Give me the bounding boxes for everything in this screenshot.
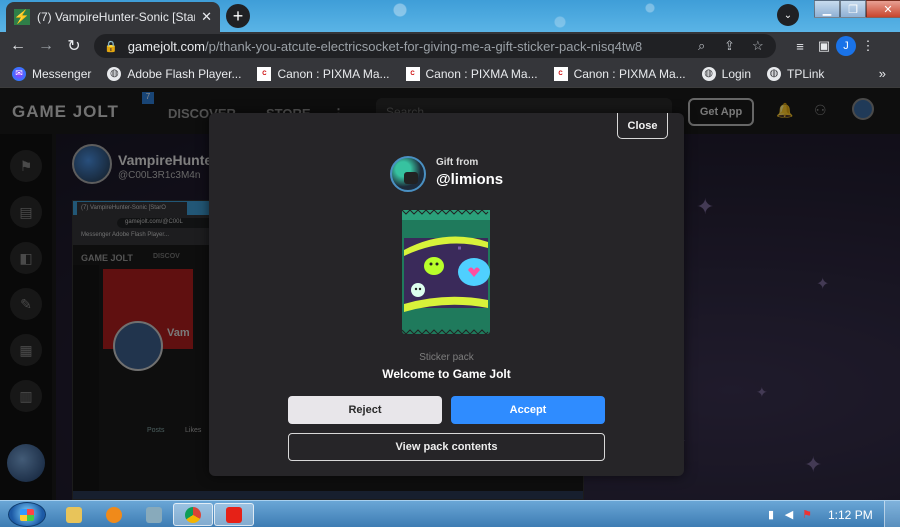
pack-name: Welcome to Game Jolt	[382, 367, 511, 381]
sticker-pack-image	[401, 209, 490, 335]
bookmark-tplink[interactable]: ◍ TPLink	[767, 66, 824, 81]
taskbar-media-player[interactable]	[94, 503, 134, 526]
media-player-icon	[106, 506, 122, 523]
paint-icon	[146, 506, 162, 523]
gift-modal: Close Gift from @limions Sticker pack We…	[209, 113, 684, 476]
menu-dots-icon[interactable]: ⋮	[856, 38, 880, 54]
close-window-icon[interactable]: ✕	[866, 0, 900, 18]
gamejolt-favicon-icon: ⚡	[13, 9, 31, 25]
canon-icon: C	[405, 66, 420, 81]
browser-tab-active[interactable]: ⚡ (7) VampireHunter-Sonic [StarOr ✕	[6, 2, 220, 32]
back-arrow-icon[interactable]: ←	[4, 32, 32, 60]
reject-button[interactable]: Reject	[288, 396, 442, 424]
gifter-avatar[interactable]	[390, 156, 426, 192]
new-tab-button[interactable]: +	[226, 4, 250, 28]
bookmark-canon-3[interactable]: C Canon : PIXMA Ma...	[553, 66, 686, 81]
lock-icon[interactable]: 🔒	[104, 40, 118, 53]
canon-icon: C	[553, 66, 568, 81]
clock[interactable]: 1:12 PM	[828, 508, 873, 522]
youtube-icon	[226, 506, 242, 523]
reload-icon[interactable]: ↻	[60, 32, 88, 60]
globe-icon: ◍	[107, 66, 122, 81]
bookmark-canon-2[interactable]: C Canon : PIXMA Ma...	[405, 66, 538, 81]
tab-title: (7) VampireHunter-Sonic [StarOr	[37, 10, 196, 24]
show-desktop-button[interactable]	[884, 501, 900, 527]
bookmark-adobe-flash[interactable]: ◍ Adobe Flash Player...	[107, 66, 241, 81]
start-button[interactable]	[8, 502, 46, 527]
tab-search-icon[interactable]: ⌄	[777, 4, 799, 26]
zoom-icon[interactable]: ⌕	[698, 38, 705, 54]
tab-strip: ⚡ (7) VampireHunter-Sonic [StarOr ✕ + ⌄ …	[0, 0, 900, 32]
close-button[interactable]: Close	[617, 113, 668, 139]
maximize-icon[interactable]: ❐	[840, 0, 866, 18]
pack-type-label: Sticker pack	[419, 352, 474, 363]
tab-close-icon[interactable]: ✕	[201, 9, 212, 25]
share-icon[interactable]: ⇪	[724, 38, 735, 54]
volume-icon[interactable]: ◀	[780, 508, 798, 521]
taskbar-chrome[interactable]	[173, 503, 213, 526]
accept-button[interactable]: Accept	[451, 396, 605, 424]
taskbar-paint[interactable]	[134, 503, 174, 526]
folder-icon	[66, 506, 82, 523]
windows-taskbar: ▮ ◀ ⚑ 1:12 PM	[0, 500, 900, 527]
taskbar-explorer[interactable]	[54, 503, 94, 526]
taskbar-youtube[interactable]	[214, 503, 254, 526]
address-bar[interactable]: 🔒 gamejolt.com/p/thank-you-atcute-electr…	[94, 34, 776, 58]
side-panel-icon[interactable]: ▣	[812, 38, 836, 54]
profile-avatar[interactable]: J	[836, 36, 856, 56]
bookmark-login[interactable]: ◍ Login	[701, 66, 751, 81]
globe-icon: ◍	[701, 66, 716, 81]
globe-icon: ◍	[767, 66, 782, 81]
forward-arrow-icon[interactable]: →	[32, 32, 60, 60]
action-center-icon[interactable]: ⚑	[798, 508, 816, 521]
messenger-icon: ✉	[12, 66, 26, 81]
window-controls: ▁ ❐ ✕	[814, 0, 900, 18]
network-icon[interactable]: ▮	[762, 508, 780, 521]
canon-icon: C	[257, 66, 272, 81]
bookmark-messenger[interactable]: ✉ Messenger	[12, 66, 91, 81]
url-text: gamejolt.com/p/thank-you-atcute-electric…	[127, 38, 643, 54]
system-tray: ▮ ◀ ⚑	[762, 501, 816, 527]
bookmark-canon-1[interactable]: C Canon : PIXMA Ma...	[257, 66, 390, 81]
gift-from-label: Gift from	[436, 157, 479, 168]
bookmark-star-icon[interactable]: ☆	[752, 38, 764, 54]
bookmarks-bar: ✉ Messenger ◍ Adobe Flash Player... C Canon…	[0, 60, 900, 88]
view-pack-contents-button[interactable]: View pack contents	[288, 433, 605, 461]
bookmarks-overflow-icon[interactable]: »	[879, 66, 886, 81]
minimize-icon[interactable]: ▁	[814, 0, 840, 18]
reading-list-icon[interactable]: ≡	[788, 39, 812, 54]
toolbar-right: ≡ ▣ J ⋮	[788, 32, 880, 60]
gifter-username[interactable]: @limions	[436, 171, 503, 188]
chrome-icon	[185, 506, 201, 523]
